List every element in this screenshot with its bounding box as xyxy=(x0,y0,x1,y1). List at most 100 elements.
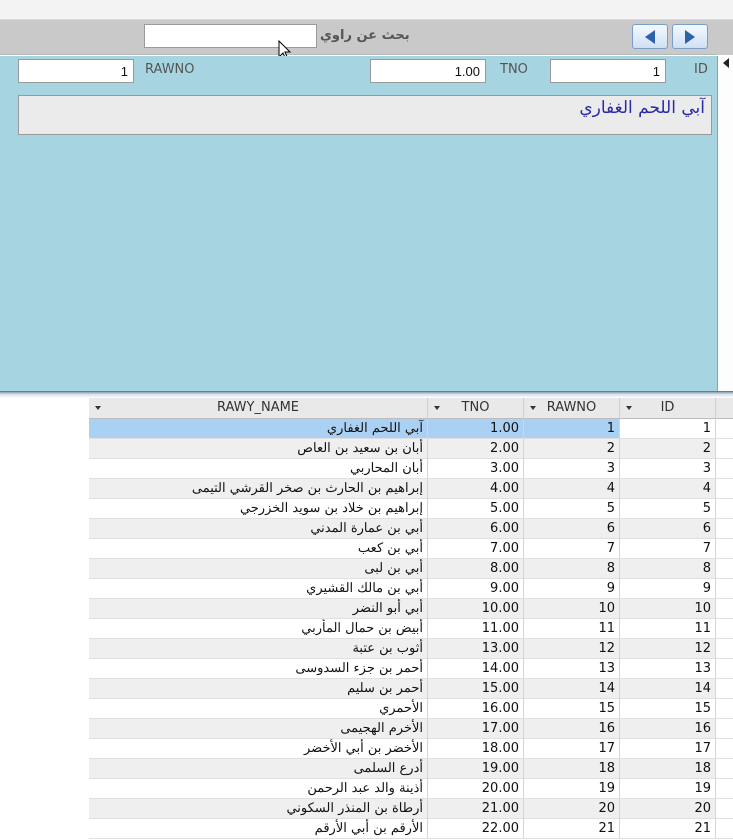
cell-id[interactable]: 20 xyxy=(620,799,716,819)
table-row[interactable]: إبراهيم بن الحارث بن صخر القرشي التيمى 4.… xyxy=(0,479,733,499)
cell-rawy-name[interactable]: أدرع السلمى xyxy=(89,759,428,779)
cell-rawno[interactable]: 12 xyxy=(524,639,620,659)
cell-id[interactable]: 1 xyxy=(620,419,716,439)
column-header-rawno[interactable]: RAWNO xyxy=(524,398,620,419)
cell-rawy-name[interactable]: أثوب بن عتبة xyxy=(89,639,428,659)
cell-rawno[interactable]: 15 xyxy=(524,699,620,719)
cell-tno[interactable]: 10.00 xyxy=(428,599,524,619)
cell-rawy-name[interactable]: الأحمري xyxy=(89,699,428,719)
column-dropdown-icon[interactable] xyxy=(434,406,440,410)
cell-rawno[interactable]: 16 xyxy=(524,719,620,739)
cell-id[interactable]: 7 xyxy=(620,539,716,559)
cell-rawy-name[interactable]: أذينة والد عبد الرحمن xyxy=(89,779,428,799)
cell-rawy-name[interactable]: أبي بن عمارة المدني xyxy=(89,519,428,539)
cell-rawy-name[interactable]: أحمر بن سليم xyxy=(89,679,428,699)
column-dropdown-icon[interactable] xyxy=(95,406,101,410)
cell-tno[interactable]: 20.00 xyxy=(428,779,524,799)
tno-field[interactable] xyxy=(370,59,486,83)
cell-id[interactable]: 3 xyxy=(620,459,716,479)
cell-tno[interactable]: 19.00 xyxy=(428,759,524,779)
cell-rawno[interactable]: 1 xyxy=(524,419,620,439)
table-row[interactable]: الأحمري 16.00 15 15 xyxy=(0,699,733,719)
rawno-field[interactable] xyxy=(18,59,134,83)
cell-rawno[interactable]: 4 xyxy=(524,479,620,499)
cell-rawno[interactable]: 3 xyxy=(524,459,620,479)
cell-rawy-name[interactable]: أبي بن مالك القشيري xyxy=(89,579,428,599)
cell-id[interactable]: 11 xyxy=(620,619,716,639)
cell-tno[interactable]: 16.00 xyxy=(428,699,524,719)
cell-rawy-name[interactable]: أبي أبو النضر xyxy=(89,599,428,619)
table-row[interactable]: أحمر بن سليم 15.00 14 14 xyxy=(0,679,733,699)
table-row[interactable]: آبي اللحم الغفاري 1.00 1 1 xyxy=(0,419,733,439)
table-row[interactable]: الأخضر بن أبي الأخضر 18.00 17 17 xyxy=(0,739,733,759)
cell-tno[interactable]: 6.00 xyxy=(428,519,524,539)
cell-id[interactable]: 10 xyxy=(620,599,716,619)
column-header-tno[interactable]: TNO xyxy=(428,398,524,419)
cell-rawy-name[interactable]: أبان بن سعيد بن العاص xyxy=(89,439,428,459)
cell-tno[interactable]: 4.00 xyxy=(428,479,524,499)
cell-tno[interactable]: 11.00 xyxy=(428,619,524,639)
cell-rawno[interactable]: 7 xyxy=(524,539,620,559)
cell-id[interactable]: 15 xyxy=(620,699,716,719)
table-row[interactable]: أبي بن مالك القشيري 9.00 9 9 xyxy=(0,579,733,599)
table-row[interactable]: أثوب بن عتبة 13.00 12 12 xyxy=(0,639,733,659)
cell-tno[interactable]: 17.00 xyxy=(428,719,524,739)
cell-rawy-name[interactable]: أبان المحاربي xyxy=(89,459,428,479)
cell-rawy-name[interactable]: الأخرم الهجيمى xyxy=(89,719,428,739)
cell-id[interactable]: 16 xyxy=(620,719,716,739)
cell-tno[interactable]: 7.00 xyxy=(428,539,524,559)
cell-rawno[interactable]: 18 xyxy=(524,759,620,779)
table-row[interactable]: أدرع السلمى 19.00 18 18 xyxy=(0,759,733,779)
cell-rawno[interactable]: 17 xyxy=(524,739,620,759)
cell-id[interactable]: 13 xyxy=(620,659,716,679)
cell-rawy-name[interactable]: الأخضر بن أبي الأخضر xyxy=(89,739,428,759)
cell-rawno[interactable]: 2 xyxy=(524,439,620,459)
previous-record-button[interactable] xyxy=(632,24,668,49)
next-record-button[interactable] xyxy=(672,24,708,49)
cell-rawno[interactable]: 14 xyxy=(524,679,620,699)
cell-rawy-name[interactable]: أبيض بن حمال المأربي xyxy=(89,619,428,639)
cell-rawy-name[interactable]: إبراهيم بن الحارث بن صخر القرشي التيمى xyxy=(89,479,428,499)
cell-rawno[interactable]: 19 xyxy=(524,779,620,799)
column-dropdown-icon[interactable] xyxy=(626,406,632,410)
cell-tno[interactable]: 14.00 xyxy=(428,659,524,679)
cell-id[interactable]: 8 xyxy=(620,559,716,579)
cell-rawno[interactable]: 8 xyxy=(524,559,620,579)
cell-rawno[interactable]: 21 xyxy=(524,819,620,839)
cell-rawy-name[interactable]: الأرقم بن أبي الأرقم xyxy=(89,819,428,839)
cell-id[interactable]: 4 xyxy=(620,479,716,499)
cell-rawno[interactable]: 20 xyxy=(524,799,620,819)
cell-rawy-name[interactable]: أحمر بن جزء السدوسى xyxy=(89,659,428,679)
cell-rawno[interactable]: 5 xyxy=(524,499,620,519)
cell-rawy-name[interactable]: أرطاة بن المنذر السكوني xyxy=(89,799,428,819)
table-row[interactable]: أبي أبو النضر 10.00 10 10 xyxy=(0,599,733,619)
cell-id[interactable]: 18 xyxy=(620,759,716,779)
table-row[interactable]: أبيض بن حمال المأربي 11.00 11 11 xyxy=(0,619,733,639)
table-row[interactable]: أبي بن عمارة المدني 6.00 6 6 xyxy=(0,519,733,539)
id-field[interactable] xyxy=(550,59,666,83)
cell-tno[interactable]: 15.00 xyxy=(428,679,524,699)
split-form-divider[interactable] xyxy=(0,391,733,398)
cell-tno[interactable]: 1.00 xyxy=(428,419,524,439)
cell-tno[interactable]: 13.00 xyxy=(428,639,524,659)
table-row[interactable]: إبراهيم بن خلاد بن سويد الخزرجي 5.00 5 5 xyxy=(0,499,733,519)
cell-rawy-name[interactable]: إبراهيم بن خلاد بن سويد الخزرجي xyxy=(89,499,428,519)
cell-tno[interactable]: 8.00 xyxy=(428,559,524,579)
column-header-id[interactable]: ID xyxy=(620,398,716,419)
cell-rawy-name[interactable]: أبي بن كعب xyxy=(89,539,428,559)
cell-tno[interactable]: 9.00 xyxy=(428,579,524,599)
cell-id[interactable]: 14 xyxy=(620,679,716,699)
cell-id[interactable]: 6 xyxy=(620,519,716,539)
select-all-corner[interactable] xyxy=(716,398,733,419)
table-row[interactable]: الأخرم الهجيمى 17.00 16 16 xyxy=(0,719,733,739)
table-row[interactable]: أرطاة بن المنذر السكوني 21.00 20 20 xyxy=(0,799,733,819)
cell-rawy-name[interactable]: أبي بن لبى xyxy=(89,559,428,579)
cell-id[interactable]: 12 xyxy=(620,639,716,659)
cell-rawno[interactable]: 11 xyxy=(524,619,620,639)
cell-tno[interactable]: 22.00 xyxy=(428,819,524,839)
cell-id[interactable]: 2 xyxy=(620,439,716,459)
table-row[interactable]: الأرقم بن أبي الأرقم 22.00 21 21 xyxy=(0,819,733,839)
table-row[interactable]: أبي بن كعب 7.00 7 7 xyxy=(0,539,733,559)
cell-tno[interactable]: 3.00 xyxy=(428,459,524,479)
cell-tno[interactable]: 21.00 xyxy=(428,799,524,819)
